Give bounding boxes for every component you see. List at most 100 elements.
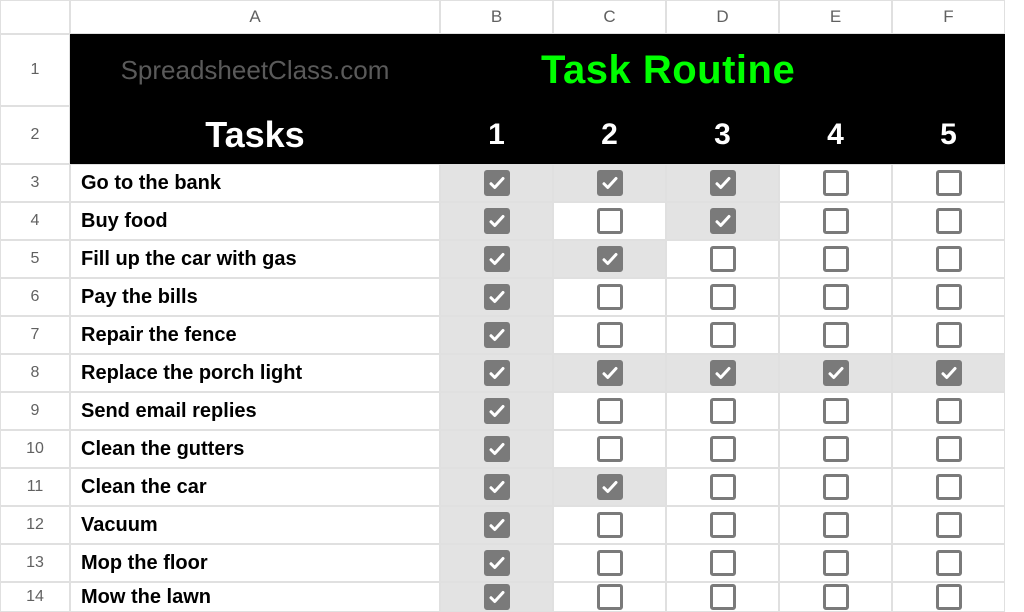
checkbox-cell[interactable] [666,164,779,202]
checkbox-cell[interactable] [553,506,666,544]
checkbox-cell[interactable] [892,164,1005,202]
checkbox-cell[interactable] [440,582,553,612]
checkbox[interactable] [484,512,510,538]
checkbox[interactable] [484,246,510,272]
checkbox-cell[interactable] [553,354,666,392]
checkbox[interactable] [597,584,623,610]
checkbox-cell[interactable] [666,354,779,392]
checkbox[interactable] [710,474,736,500]
checkbox[interactable] [484,584,510,610]
checkbox[interactable] [484,398,510,424]
checkbox-cell[interactable] [666,468,779,506]
checkbox-cell[interactable] [892,240,1005,278]
row-header-6[interactable]: 6 [0,278,70,316]
checkbox[interactable] [823,360,849,386]
checkbox-cell[interactable] [779,582,892,612]
checkbox[interactable] [484,170,510,196]
row-header-2[interactable]: 2 [0,106,70,164]
task-label-cell[interactable]: Vacuum [70,506,440,544]
checkbox[interactable] [823,170,849,196]
checkbox-cell[interactable] [892,506,1005,544]
column-header-a[interactable]: A [70,0,440,34]
checkbox-cell[interactable] [779,164,892,202]
checkbox[interactable] [936,512,962,538]
checkbox[interactable] [484,474,510,500]
checkbox-cell[interactable] [666,544,779,582]
checkbox-cell[interactable] [666,240,779,278]
checkbox-cell[interactable] [553,240,666,278]
checkbox-cell[interactable] [892,468,1005,506]
checkbox-cell[interactable] [779,202,892,240]
checkbox[interactable] [597,246,623,272]
row-header-1[interactable]: 1 [0,34,70,106]
checkbox-cell[interactable] [553,582,666,612]
checkbox-cell[interactable] [666,202,779,240]
checkbox-cell[interactable] [666,582,779,612]
checkbox[interactable] [823,550,849,576]
task-label-cell[interactable]: Send email replies [70,392,440,430]
column-header-e[interactable]: E [779,0,892,34]
checkbox[interactable] [936,284,962,310]
checkbox-cell[interactable] [553,202,666,240]
checkbox-cell[interactable] [779,430,892,468]
checkbox[interactable] [597,208,623,234]
checkbox[interactable] [597,170,623,196]
checkbox[interactable] [597,550,623,576]
checkbox-cell[interactable] [553,316,666,354]
checkbox[interactable] [936,360,962,386]
task-label-cell[interactable]: Pay the bills [70,278,440,316]
checkbox[interactable] [823,474,849,500]
checkbox-cell[interactable] [440,468,553,506]
row-header-7[interactable]: 7 [0,316,70,354]
checkbox[interactable] [823,208,849,234]
row-header-11[interactable]: 11 [0,468,70,506]
row-header-12[interactable]: 12 [0,506,70,544]
checkbox[interactable] [936,474,962,500]
checkbox-cell[interactable] [440,202,553,240]
checkbox-cell[interactable] [666,506,779,544]
task-label-cell[interactable]: Clean the car [70,468,440,506]
checkbox-cell[interactable] [440,354,553,392]
checkbox-cell[interactable] [440,506,553,544]
column-header-f[interactable]: F [892,0,1005,34]
row-header-14[interactable]: 14 [0,582,70,612]
checkbox-cell[interactable] [440,240,553,278]
checkbox-cell[interactable] [779,278,892,316]
row-header-10[interactable]: 10 [0,430,70,468]
checkbox[interactable] [710,584,736,610]
checkbox[interactable] [710,246,736,272]
task-label-cell[interactable]: Buy food [70,202,440,240]
checkbox-cell[interactable] [779,392,892,430]
checkbox[interactable] [484,322,510,348]
checkbox[interactable] [597,284,623,310]
checkbox-cell[interactable] [779,506,892,544]
checkbox[interactable] [710,360,736,386]
select-all-corner[interactable] [0,0,70,34]
checkbox-cell[interactable] [779,316,892,354]
checkbox[interactable] [823,284,849,310]
row-header-4[interactable]: 4 [0,202,70,240]
checkbox[interactable] [710,322,736,348]
row-header-13[interactable]: 13 [0,544,70,582]
checkbox-cell[interactable] [892,316,1005,354]
checkbox[interactable] [597,436,623,462]
checkbox-cell[interactable] [440,544,553,582]
checkbox-cell[interactable] [553,544,666,582]
checkbox[interactable] [484,208,510,234]
checkbox-cell[interactable] [892,544,1005,582]
checkbox-cell[interactable] [440,430,553,468]
row-header-3[interactable]: 3 [0,164,70,202]
checkbox-cell[interactable] [892,202,1005,240]
checkbox-cell[interactable] [666,392,779,430]
checkbox-cell[interactable] [892,392,1005,430]
checkbox-cell[interactable] [440,316,553,354]
checkbox[interactable] [597,398,623,424]
task-label-cell[interactable]: Clean the gutters [70,430,440,468]
checkbox-cell[interactable] [666,430,779,468]
checkbox[interactable] [710,512,736,538]
checkbox-cell[interactable] [892,430,1005,468]
checkbox-cell[interactable] [553,430,666,468]
checkbox[interactable] [484,284,510,310]
checkbox-cell[interactable] [666,316,779,354]
checkbox-cell[interactable] [440,392,553,430]
